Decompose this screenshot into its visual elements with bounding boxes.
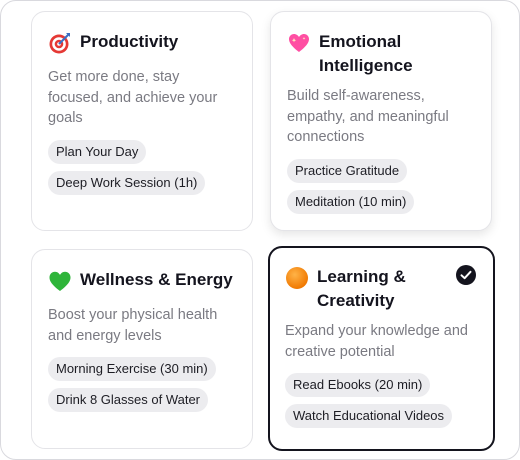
card-title: Wellness & Energy <box>80 270 233 289</box>
category-card-emotional-intelligence[interactable]: Emotional Intelligence Build self-awaren… <box>270 11 492 231</box>
card-title: Learning & Creativity <box>317 267 406 310</box>
activity-list: Morning Exercise (30 min) Drink 8 Glasse… <box>48 357 236 412</box>
activity-chip[interactable]: Plan Your Day <box>48 139 147 164</box>
card-description: Build self-awareness, empathy, and meani… <box>287 88 449 145</box>
target-icon <box>48 31 72 55</box>
activity-chip[interactable]: Morning Exercise (30 min) <box>48 357 216 381</box>
activity-list: Read Ebooks (20 min) Watch Educational V… <box>285 373 478 428</box>
category-card-productivity[interactable]: Productivity Get more done, stay focused… <box>31 11 253 231</box>
card-header: Wellness & Energy <box>48 268 236 293</box>
sparkling-heart-icon <box>287 31 311 55</box>
card-title: Emotional Intelligence <box>319 32 413 75</box>
card-description: Boost your physical health and energy le… <box>48 307 218 344</box>
selected-check-icon <box>456 265 476 285</box>
orange-circle-icon <box>285 266 309 290</box>
activity-chip[interactable]: Practice Gratitude <box>287 158 408 183</box>
card-header: Learning & Creativity <box>285 265 478 313</box>
card-description: Expand your knowledge and creative poten… <box>285 323 468 360</box>
card-description: Get more done, stay focused, and achieve… <box>48 69 218 126</box>
category-card-wellness-energy[interactable]: Wellness & Energy Boost your physical he… <box>31 249 253 449</box>
category-card-learning-creativity[interactable]: Learning & Creativity Expand your knowle… <box>268 246 495 451</box>
card-header: Productivity <box>48 30 236 55</box>
card-title: Productivity <box>80 32 179 51</box>
card-header: Emotional Intelligence <box>287 30 475 78</box>
category-selector-panel: Productivity Get more done, stay focused… <box>0 0 520 460</box>
green-heart-icon <box>48 269 72 293</box>
activity-list: Plan Your Day Deep Work Session (1h) <box>48 139 236 195</box>
activity-list: Practice Gratitude Meditation (10 min) <box>287 158 475 214</box>
activity-chip[interactable]: Read Ebooks (20 min) <box>285 373 431 397</box>
activity-chip[interactable]: Deep Work Session (1h) <box>48 170 206 195</box>
activity-chip[interactable]: Watch Educational Videos <box>285 404 453 428</box>
activity-chip[interactable]: Meditation (10 min) <box>287 189 415 214</box>
activity-chip[interactable]: Drink 8 Glasses of Water <box>48 388 209 412</box>
